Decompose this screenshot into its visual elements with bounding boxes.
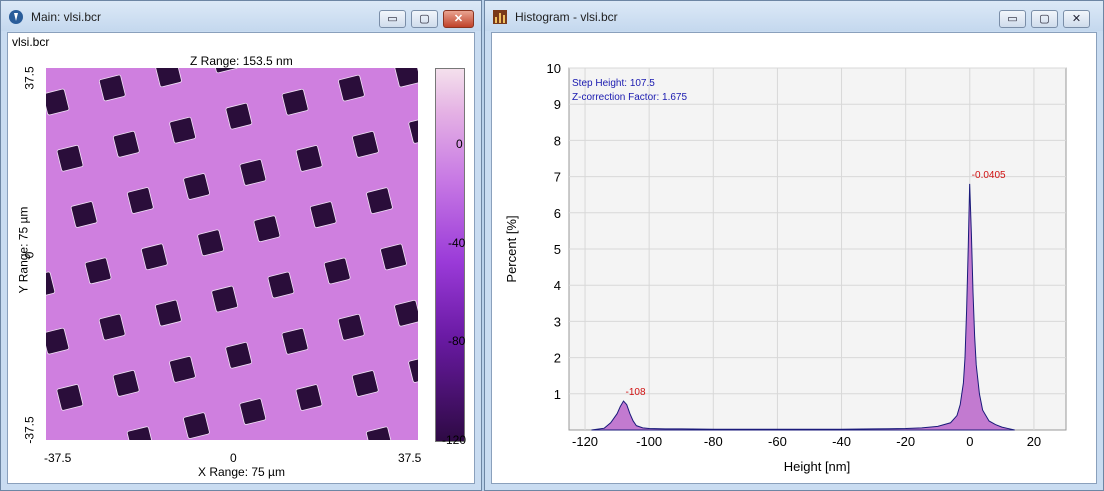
histogram-window-title: Histogram - vlsi.bcr: [515, 10, 618, 24]
x-tick-mid: 0: [230, 451, 237, 465]
hist-minimize-button[interactable]: ▭: [999, 10, 1026, 28]
histogram-titlebar[interactable]: Histogram - vlsi.bcr ▭ ▢ ✕: [485, 1, 1103, 31]
pit: [323, 257, 351, 285]
main-client-area: vlsi.bcr Z Range: 153.5 nm 37.5 0 -37.5 …: [7, 32, 475, 484]
pit: [253, 215, 281, 243]
pit: [309, 201, 337, 229]
y-tick-label: 1: [554, 387, 561, 402]
x-axis-label: Height [nm]: [784, 459, 850, 474]
pit: [98, 313, 126, 341]
close-button[interactable]: ✕: [443, 10, 474, 28]
y-tick-label: 5: [554, 242, 561, 257]
pit: [70, 201, 98, 228]
pit: [169, 356, 196, 383]
colorbar-tick-0: 0: [456, 137, 463, 151]
app-icon: [9, 10, 23, 24]
y-tick-top: 37.5: [22, 66, 37, 90]
pit: [112, 370, 140, 397]
pit: [183, 173, 210, 200]
x-tick-label: -40: [832, 434, 851, 449]
y-tick-label: 9: [554, 97, 561, 112]
pit: [352, 131, 379, 158]
pit: [281, 88, 309, 116]
x-tick-label: -80: [704, 434, 723, 449]
pit: [295, 384, 323, 411]
pit: [197, 229, 224, 257]
pit: [84, 257, 112, 285]
close-icon: ✕: [1071, 13, 1082, 25]
pit: [112, 130, 140, 158]
y-tick-label: 10: [547, 61, 561, 76]
pit: [267, 271, 295, 299]
pit: [155, 299, 182, 327]
hist-maximize-button[interactable]: ▢: [1031, 10, 1058, 28]
peak-label: -108: [626, 387, 646, 398]
pit: [56, 144, 84, 172]
main-titlebar[interactable]: Main: vlsi.bcr ▭ ▢ ✕: [1, 1, 481, 31]
histogram-chart[interactable]: -120 -100 -80 -60 -40 -20 0 20 1 2 3 4 5 6 7 8 9 10 -108 -…: [492, 33, 1098, 485]
pit: [239, 398, 267, 425]
pit: [380, 243, 407, 271]
x-tick-left: -37.5: [44, 451, 72, 465]
hist-close-button[interactable]: ✕: [1063, 10, 1090, 28]
y-axis-label: Percent [%]: [504, 215, 519, 282]
close-icon: ✕: [453, 13, 464, 25]
y-tick-label: 7: [554, 170, 561, 185]
x-tick-label: -100: [636, 434, 662, 449]
y-tick-bottom: -37.5: [22, 416, 37, 444]
afm-image[interactable]: [46, 68, 418, 440]
pit: [127, 187, 154, 214]
minimize-button[interactable]: ▭: [379, 10, 406, 28]
main-window-title: Main: vlsi.bcr: [31, 10, 102, 24]
histogram-window[interactable]: Histogram - vlsi.bcr ▭ ▢ ✕ -120 -100 -80 -6…: [484, 0, 1104, 491]
pit: [56, 384, 84, 411]
histogram-client-area: -120 -100 -80 -60 -40 -20 0 20 1 2 3 4 5 6 7 8 9 10 -108 -…: [491, 32, 1097, 484]
pit: [225, 102, 253, 130]
x-tick-label: 20: [1027, 434, 1041, 449]
maximize-button[interactable]: ▢: [411, 10, 438, 28]
x-tick-label: -120: [572, 434, 598, 449]
file-label: vlsi.bcr: [12, 35, 50, 49]
pit: [295, 145, 323, 172]
pit: [281, 327, 309, 355]
pit: [141, 243, 168, 271]
colorbar-tick-120: -120: [442, 433, 467, 447]
y-tick-label: 2: [554, 351, 561, 366]
pit: [98, 74, 126, 102]
x-tick-label: -60: [768, 434, 787, 449]
colorbar: [435, 68, 465, 442]
pit: [239, 159, 267, 186]
y-tick-label: 4: [554, 278, 561, 293]
z-range-label: Z Range: 153.5 nm: [190, 54, 293, 68]
pit: [211, 285, 238, 313]
pit: [169, 116, 196, 144]
x-tick-label: -20: [896, 434, 915, 449]
maximize-icon: ▢: [1039, 13, 1050, 25]
x-range-label: X Range: 75 µm: [198, 465, 285, 479]
pit: [337, 313, 365, 341]
pit: [351, 370, 379, 397]
maximize-icon: ▢: [419, 13, 430, 25]
z-correction-label: Z-correction Factor: 1.675: [572, 92, 687, 103]
pit: [225, 342, 253, 369]
pit: [183, 412, 210, 439]
main-window[interactable]: Main: vlsi.bcr ▭ ▢ ✕ vlsi.bcr Z Range: 1…: [0, 0, 482, 491]
x-tick-right: 37.5: [398, 451, 422, 465]
minimize-icon: ▭: [387, 13, 398, 25]
y-tick-label: 3: [554, 314, 561, 329]
y-tick-label: 8: [554, 133, 561, 148]
histogram-icon: [493, 10, 507, 24]
y-tick-label: 6: [554, 206, 561, 221]
pit: [366, 187, 393, 214]
peak-label: -0.0405: [972, 170, 1006, 181]
colorbar-tick-40: -40: [448, 236, 466, 250]
x-tick-label: 0: [966, 434, 973, 449]
step-height-label: Step Height: 107.5: [572, 78, 655, 89]
colorbar-tick-80: -80: [448, 334, 466, 348]
minimize-icon: ▭: [1007, 13, 1018, 25]
y-range-label: Y Range: 75 µm: [16, 206, 31, 294]
pit: [338, 74, 365, 102]
